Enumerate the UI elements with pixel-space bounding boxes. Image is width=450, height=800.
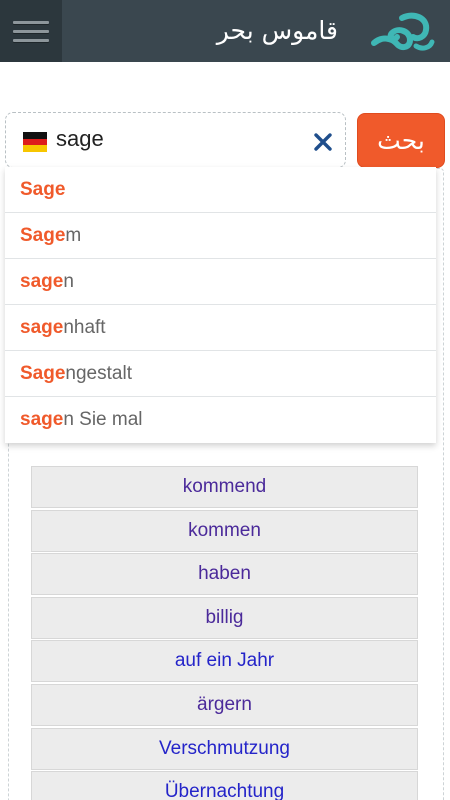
top-bar: قاموس بحر [0,0,450,62]
germany-flag-icon[interactable] [23,132,47,153]
word-link[interactable]: Verschmutzung [31,727,418,770]
suggestion-match-text: Sage [20,363,66,384]
word-link[interactable]: haben [31,553,418,596]
word-link[interactable]: billig [31,596,418,639]
search-box [5,112,346,168]
app-screen: قاموس بحر بحث SageSagemsagensagenhaftSag… [0,0,450,800]
suggestion-match-text: sage [20,317,64,338]
word-link[interactable]: kommen [31,509,418,552]
suggestion-item[interactable]: sagen Sie mal [5,397,436,443]
suggestion-match-text: Sage [20,179,66,200]
suggestion-item[interactable]: Sagengestalt [5,351,436,397]
suggestion-match-text: sage [20,409,64,430]
word-link[interactable]: Übernachtung [31,771,418,800]
word-link[interactable]: kommend [31,466,418,508]
suggestion-rest-text: ngestalt [65,363,132,384]
suggestion-item[interactable]: sagen [5,259,436,305]
suggestion-rest-text: n [63,271,74,292]
word-link[interactable]: ärgern [31,683,418,726]
search-input[interactable] [56,121,296,157]
autocomplete-dropdown: Sage Sagem sagen sagenhaft Sagengestalt sagen… [5,167,436,443]
suggestion-item[interactable]: Sage [5,167,436,213]
app-title: قاموس بحر [216,16,338,45]
word-link[interactable]: auf ein Jahr [31,640,418,683]
suggestion-match-text: sage [20,271,64,292]
suggestion-rest-text: n Sie mal [63,409,143,430]
suggestion-rest-text: m [65,225,82,246]
search-button[interactable]: بحث [357,113,445,168]
close-x-icon[interactable] [308,127,338,157]
suggestion-match-text: Sage [20,225,66,246]
bahr-wave-logo-icon[interactable] [368,10,438,54]
suggestion-item[interactable]: Sagem [5,213,436,259]
suggestion-item[interactable]: sagenhaft [5,305,436,351]
suggestion-rest-text: nhaft [63,317,106,338]
hamburger-menu-icon[interactable] [0,0,62,62]
word-list: kommend kommen haben billig auf ein Jahr ärge… [31,466,418,800]
